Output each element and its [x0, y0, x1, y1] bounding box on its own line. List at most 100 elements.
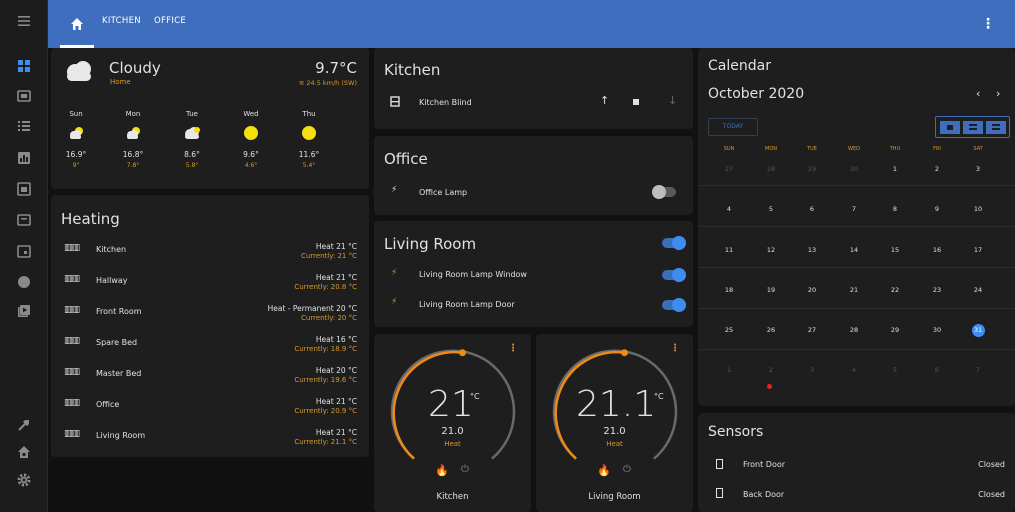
developer-tools-icon[interactable] — [16, 417, 32, 433]
calendar-day[interactable]: 22 — [879, 286, 911, 294]
playlist-icon[interactable] — [16, 303, 32, 319]
compass-icon[interactable] — [16, 274, 32, 290]
home-tab[interactable] — [68, 15, 86, 33]
calendar-day[interactable]: 30 — [921, 326, 953, 334]
heating-status[interactable]: Heat 21 °C — [316, 428, 357, 437]
calendar-row-divider — [698, 308, 1015, 309]
media-icon[interactable] — [16, 212, 32, 228]
calendar-day[interactable]: 17 — [962, 246, 994, 254]
power-icon[interactable]: ⏻ — [461, 464, 469, 475]
thermostat-target: 21.0 — [603, 426, 626, 437]
heating-status[interactable]: Heat - Permanent 20 °C — [268, 304, 357, 313]
blind-stop-button[interactable] — [633, 99, 639, 105]
blind-close-button[interactable]: ↓ — [668, 94, 677, 107]
week-view-button[interactable] — [963, 121, 983, 134]
overflow-menu-icon[interactable]: ⋮ — [981, 16, 995, 32]
lamp-window-label: Living Room Lamp Window — [419, 270, 527, 279]
calendar-day[interactable]: 29 — [796, 165, 828, 173]
heating-status[interactable]: Heat 21 °C — [316, 397, 357, 406]
calendar-day[interactable]: 28 — [838, 326, 870, 334]
calendar-day[interactable]: 10 — [962, 205, 994, 213]
map-icon[interactable] — [16, 181, 32, 197]
settings-icon[interactable] — [16, 472, 32, 488]
next-month-button[interactable]: › — [996, 87, 1000, 100]
forecast-day: Sun 16.9° 9° — [60, 110, 92, 169]
calendar-day[interactable]: 16 — [921, 246, 953, 254]
energy-icon[interactable] — [16, 88, 32, 104]
calendar-day[interactable]: 27 — [796, 326, 828, 334]
heating-status[interactable]: Heat 21 °C — [316, 242, 357, 251]
heating-status[interactable]: Heat 21 °C — [316, 273, 357, 282]
weather-card[interactable]: Cloudy Home 9.7°C ≋ 24.5 km/h (SW) Sun 16… — [51, 48, 369, 189]
calendar-day[interactable]: 12 — [755, 246, 787, 254]
calendar-day[interactable]: 3 — [962, 165, 994, 173]
heating-status[interactable]: Heat 16 °C — [316, 335, 357, 344]
calendar-day[interactable]: 1 — [879, 165, 911, 173]
calendar-day[interactable]: 9 — [921, 205, 953, 213]
calendar-day[interactable]: 7 — [838, 205, 870, 213]
living-room-toggle[interactable] — [662, 236, 686, 250]
day-view-button[interactable] — [986, 121, 1006, 134]
home-icon — [71, 18, 83, 30]
more-options-icon[interactable]: ⋮ — [670, 343, 680, 354]
calendar-day[interactable]: 18 — [713, 286, 745, 294]
heat-mode-icon[interactable]: 🔥 — [435, 464, 449, 477]
heating-current: Currently: 20.9 °C — [294, 407, 357, 415]
calendar-day[interactable]: 27 — [713, 165, 745, 173]
cloudy-icon — [67, 61, 91, 81]
menu-icon[interactable] — [16, 13, 32, 29]
calendar-day[interactable]: 25 — [713, 326, 745, 334]
calendar-icon[interactable] — [16, 243, 32, 259]
history-icon[interactable] — [16, 150, 32, 166]
power-icon[interactable]: ⏻ — [623, 464, 631, 475]
calendar-day[interactable]: 28 — [755, 165, 787, 173]
heat-mode-icon[interactable]: 🔥 — [597, 464, 611, 477]
thermostat-mode: Heat — [606, 440, 623, 448]
calendar-day[interactable]: 1 — [713, 366, 745, 374]
calendar-day[interactable]: 6 — [921, 366, 953, 374]
logbook-icon[interactable] — [16, 118, 32, 134]
calendar-day[interactable]: 5 — [879, 366, 911, 374]
calendar-day[interactable]: 2 — [755, 366, 787, 374]
heating-status[interactable]: Heat 20 °C — [316, 366, 357, 375]
calendar-day[interactable]: 2 — [921, 165, 953, 173]
calendar-day[interactable]: 24 — [962, 286, 994, 294]
tab-kitchen[interactable]: KITCHEN — [102, 16, 141, 26]
tab-office[interactable]: OFFICE — [154, 16, 186, 26]
month-view-button[interactable] — [940, 121, 960, 134]
lamp-door-label: Living Room Lamp Door — [419, 300, 515, 309]
calendar-day[interactable]: 15 — [879, 246, 911, 254]
prev-month-button[interactable]: ‹ — [976, 87, 980, 100]
sunny-icon — [235, 123, 267, 143]
calendar-day[interactable]: 29 — [879, 326, 911, 334]
calendar-day[interactable]: 8 — [879, 205, 911, 213]
calendar-day[interactable]: 4 — [838, 366, 870, 374]
calendar-day[interactable]: 3 — [796, 366, 828, 374]
calendar-day[interactable]: 5 — [755, 205, 787, 213]
overview-icon[interactable] — [16, 58, 32, 74]
lamp-door-toggle[interactable] — [662, 298, 686, 312]
calendar-day[interactable]: 26 — [755, 326, 787, 334]
more-options-icon[interactable]: ⋮ — [508, 343, 518, 354]
calendar-day[interactable]: 11 — [713, 246, 745, 254]
calendar-day[interactable]: 7 — [962, 366, 994, 374]
calendar-day[interactable]: 4 — [713, 205, 745, 213]
calendar-today[interactable]: 31 — [962, 324, 994, 337]
calendar-row-divider — [698, 226, 1015, 227]
calendar-weekday: SAT — [973, 146, 983, 152]
calendar-day[interactable]: 14 — [838, 246, 870, 254]
supervisor-icon[interactable] — [16, 444, 32, 460]
calendar-day[interactable]: 23 — [921, 286, 953, 294]
calendar-day[interactable]: 19 — [755, 286, 787, 294]
calendar-day[interactable]: 20 — [796, 286, 828, 294]
calendar-day[interactable]: 21 — [838, 286, 870, 294]
forecast-low: 7.8° — [126, 162, 140, 169]
office-lamp-toggle[interactable] — [652, 185, 676, 199]
calendar-day[interactable]: 30 — [838, 165, 870, 173]
blind-open-button[interactable]: ↑ — [600, 94, 609, 107]
toggle-knob — [672, 298, 686, 312]
calendar-day[interactable]: 6 — [796, 205, 828, 213]
calendar-day[interactable]: 13 — [796, 246, 828, 254]
lamp-window-toggle[interactable] — [662, 268, 686, 282]
today-button[interactable]: TODAY — [708, 118, 758, 136]
